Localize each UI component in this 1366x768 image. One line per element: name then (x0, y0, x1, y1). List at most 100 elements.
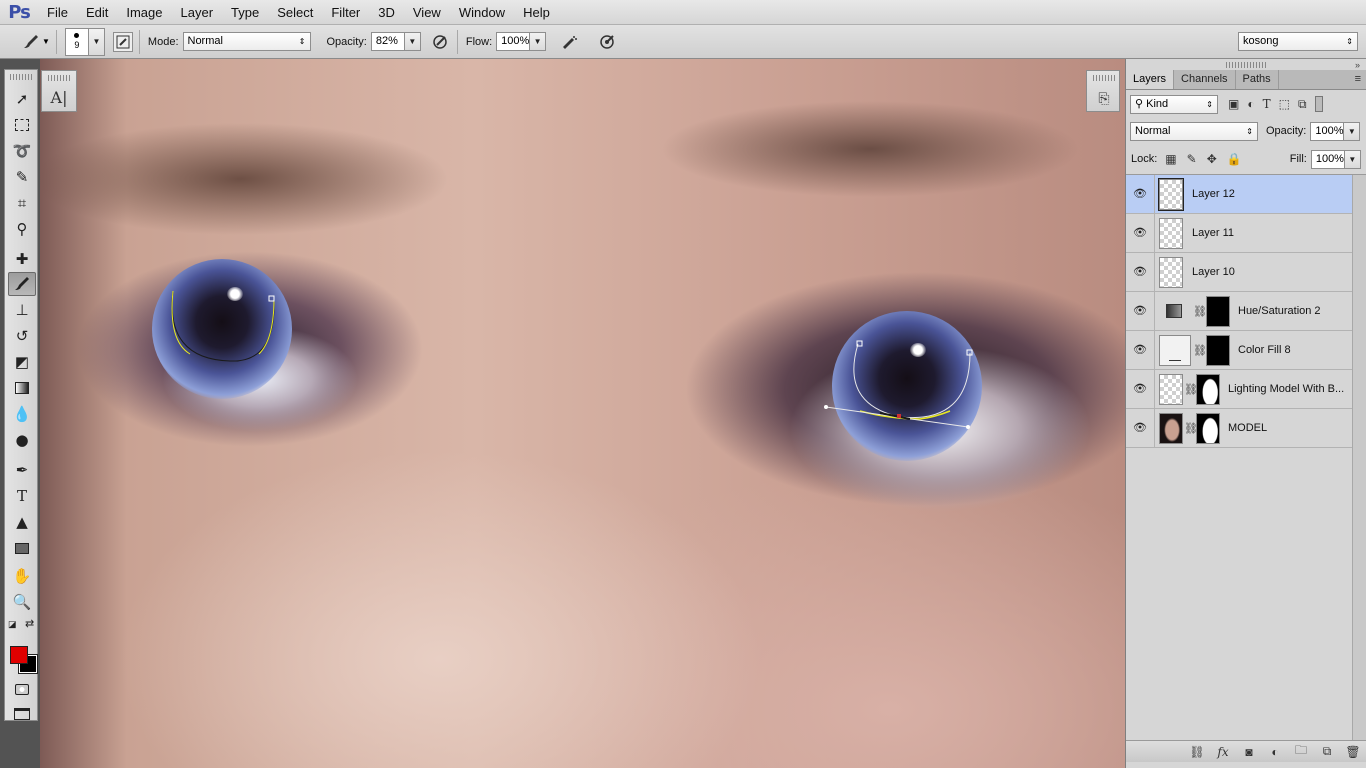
history-brush-tool-icon[interactable]: ↺ (8, 324, 36, 348)
visibility-eye-icon[interactable]: 👁 (1131, 343, 1149, 357)
foreground-color-swatch[interactable] (10, 646, 28, 664)
fill-dropdown[interactable]: ▼ (1344, 149, 1361, 169)
left-anchor-point[interactable] (268, 295, 275, 302)
lasso-tool-icon[interactable]: ➰ (8, 139, 36, 163)
swap-colors-icon[interactable]: ⇄ (25, 617, 34, 630)
filter-type-icon[interactable]: T (1263, 97, 1271, 112)
quick-mask-icon[interactable] (8, 677, 36, 701)
menu-3d[interactable]: 3D (369, 0, 404, 25)
panel-grip[interactable] (1226, 62, 1266, 68)
adjustment-layer-icon[interactable]: ◐ (1267, 745, 1283, 759)
layer-opacity-dropdown[interactable]: ▼ (1344, 121, 1361, 141)
default-colors-icon[interactable]: ◪ (8, 619, 17, 630)
filter-adjustment-icon[interactable]: ◐ (1247, 97, 1254, 112)
lock-position-icon[interactable]: ✥ (1207, 152, 1217, 166)
lock-transparency-icon[interactable]: ▦ (1165, 152, 1176, 166)
pen-tool-icon[interactable]: ✒ (8, 458, 36, 482)
menu-filter[interactable]: Filter (322, 0, 369, 25)
layer-name[interactable]: Layer 10 (1192, 266, 1235, 278)
zoom-tool-icon[interactable]: 🔍 (8, 590, 36, 614)
layer-row-lighting-model[interactable]: 👁 ⛓ Lighting Model With B... (1126, 370, 1352, 409)
tab-layers[interactable]: Layers (1126, 70, 1175, 89)
tab-channels[interactable]: Channels (1174, 70, 1236, 89)
pressure-opacity-button[interactable] (429, 31, 451, 53)
menu-image[interactable]: Image (117, 0, 171, 25)
panel-grip[interactable] (48, 75, 70, 81)
filter-toggle[interactable] (1314, 96, 1323, 112)
panel-grip[interactable] (1093, 75, 1115, 81)
menu-view[interactable]: View (404, 0, 450, 25)
menu-help[interactable]: Help (514, 0, 559, 25)
marquee-tool-icon[interactable] (8, 113, 36, 137)
opacity-input[interactable]: 82% (370, 32, 405, 51)
brush-tool-icon[interactable] (8, 272, 36, 296)
workspace-select[interactable]: kosong ⇕ (1238, 32, 1358, 51)
link-chain-icon[interactable]: ⛓ (1184, 383, 1198, 396)
layer-row-layer-12[interactable]: 👁 Layer 12 (1126, 175, 1352, 214)
flow-input[interactable]: 100% (496, 32, 531, 51)
mode-select[interactable]: Normal ⇕ (182, 32, 311, 51)
airbrush-button[interactable] (558, 31, 580, 53)
move-tool-icon[interactable]: ➚ (8, 87, 36, 111)
link-chain-icon[interactable]: ⛓ (1193, 305, 1207, 318)
filter-kind-select[interactable]: ⚲ Kind ⇕ (1130, 94, 1218, 114)
menu-edit[interactable]: Edit (77, 0, 117, 25)
brush-panel-toggle[interactable] (112, 31, 133, 52)
layer-name[interactable]: Layer 11 (1192, 227, 1234, 239)
blend-mode-select[interactable]: Normal ⇕ (1130, 121, 1258, 141)
direction-handle-right[interactable] (966, 425, 970, 429)
spot-healing-tool-icon[interactable]: ✚ (8, 247, 36, 271)
fill-input[interactable]: 100% (1310, 149, 1345, 169)
layer-row-model[interactable]: 👁 ⛓ MODEL (1126, 409, 1352, 448)
tool-preset-picker[interactable] (20, 31, 42, 53)
layer-mask-thumbnail[interactable] (1206, 296, 1230, 327)
add-mask-icon[interactable]: ◙ (1241, 745, 1257, 759)
quick-selection-tool-icon[interactable]: ✎ (8, 165, 36, 189)
tab-paths[interactable]: Paths (1236, 70, 1279, 89)
rectangle-tool-icon[interactable] (8, 536, 36, 560)
eraser-tool-icon[interactable]: ◩ (8, 350, 36, 374)
hand-tool-icon[interactable]: ✋ (8, 564, 36, 588)
menu-type[interactable]: Type (222, 0, 268, 25)
new-layer-icon[interactable]: ⧉ (1319, 744, 1335, 759)
flow-dropdown[interactable]: ▼ (530, 32, 547, 51)
menu-file[interactable]: File (38, 0, 77, 25)
selected-anchor-point[interactable] (897, 414, 901, 418)
visibility-eye-icon[interactable]: 👁 (1131, 265, 1149, 279)
brush-preset-picker[interactable]: 9 (64, 27, 89, 56)
pressure-size-button[interactable] (596, 31, 618, 53)
direction-handle-left[interactable] (824, 405, 828, 409)
menu-select[interactable]: Select (268, 0, 322, 25)
link-layers-icon[interactable]: ⛓ (1189, 745, 1205, 759)
filter-pixel-icon[interactable]: ▣ (1228, 97, 1239, 112)
layer-name[interactable]: Layer 12 (1192, 188, 1235, 200)
visibility-eye-icon[interactable]: 👁 (1131, 187, 1149, 201)
layer-name[interactable]: Lighting Model With B... (1228, 383, 1344, 395)
lock-all-icon[interactable]: 🔒 (1227, 152, 1242, 166)
layer-mask-thumbnail[interactable] (1196, 374, 1220, 405)
menu-layer[interactable]: Layer (172, 0, 223, 25)
layer-opacity-input[interactable]: 100% (1310, 121, 1345, 141)
layer-name[interactable]: Color Fill 8 (1238, 344, 1291, 356)
layer-style-fx-icon[interactable]: fx (1215, 745, 1231, 759)
opacity-dropdown[interactable]: ▼ (404, 32, 421, 51)
link-chain-icon[interactable]: ⛓ (1184, 422, 1198, 435)
filter-shape-icon[interactable]: ⬚ (1279, 97, 1290, 112)
layer-name[interactable]: MODEL (1228, 422, 1267, 434)
layer-row-layer-11[interactable]: 👁 Layer 11 (1126, 214, 1352, 253)
eyedropper-tool-icon[interactable]: ⚲ (8, 217, 36, 241)
visibility-eye-icon[interactable]: 👁 (1131, 421, 1149, 435)
path-selection-tool-icon[interactable]: ▲ (8, 510, 36, 534)
clone-stamp-tool-icon[interactable]: ⊥ (8, 298, 36, 322)
collapse-panel-icon[interactable]: » (1355, 60, 1360, 70)
layer-name[interactable]: Hue/Saturation 2 (1238, 305, 1321, 317)
filter-smart-object-icon[interactable]: ⧉ (1298, 97, 1307, 112)
character-panel-icon[interactable]: A| (48, 87, 70, 109)
brush-preset-dropdown[interactable]: ▼ (88, 27, 105, 56)
dodge-tool-icon[interactable]: ● (8, 428, 36, 452)
layer-row-color-fill-8[interactable]: 👁 ⛓ Color Fill 8 (1126, 331, 1352, 370)
chevron-down-icon[interactable]: ▼ (42, 37, 50, 46)
panel-menu-icon[interactable]: ≡ (1349, 70, 1366, 89)
crop-tool-icon[interactable]: ⌗ (8, 191, 36, 215)
blur-tool-icon[interactable]: 💧 (8, 402, 36, 426)
